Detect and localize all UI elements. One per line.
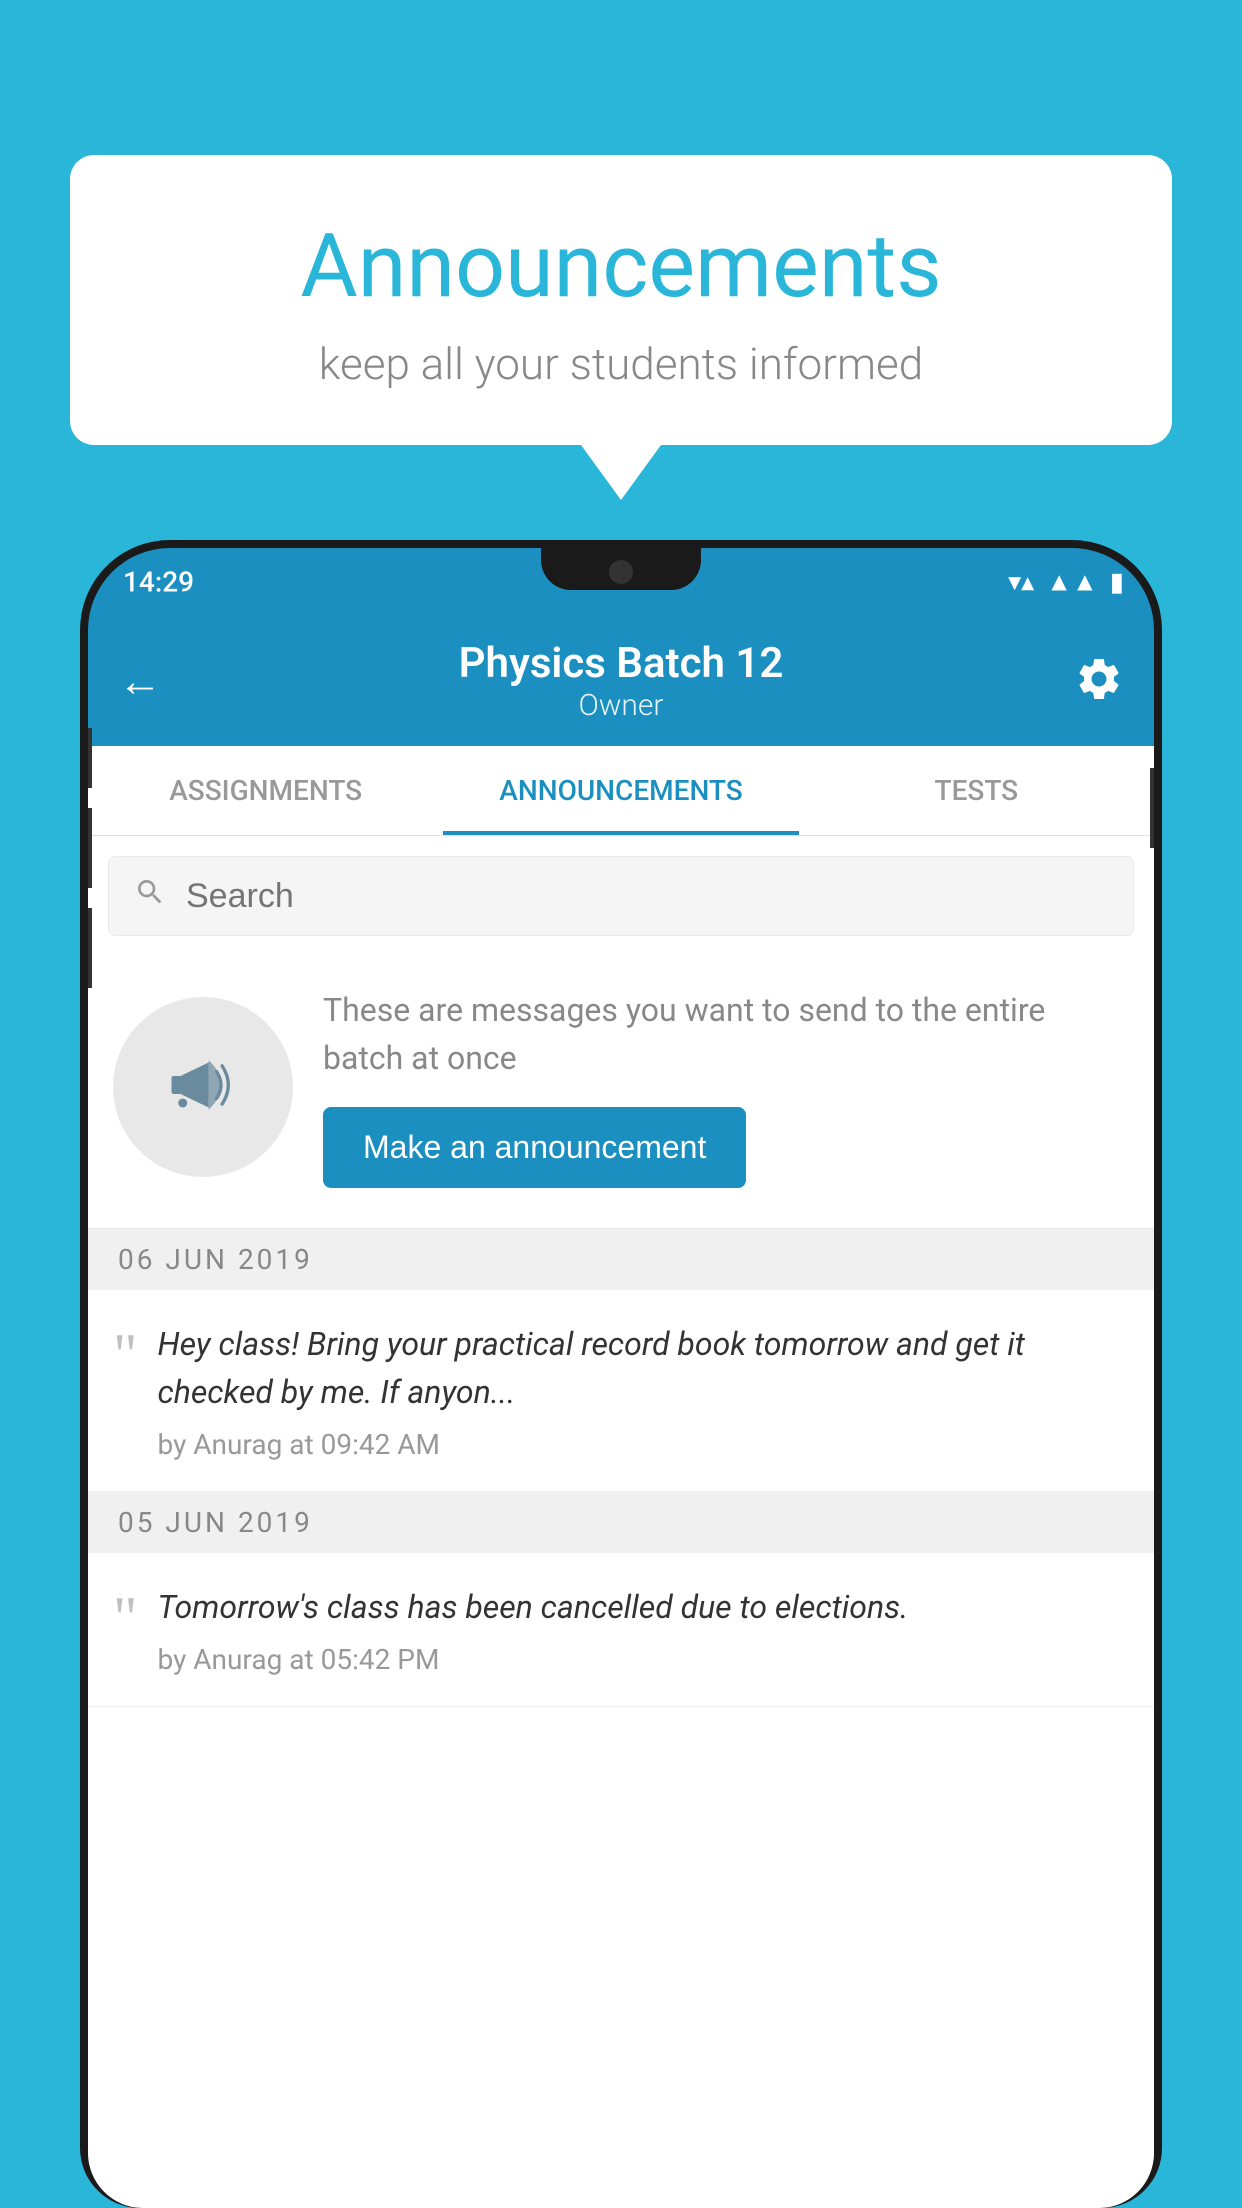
tab-tests[interactable]: TESTS bbox=[799, 746, 1154, 835]
megaphone-icon bbox=[158, 1040, 248, 1134]
date-separator-1: 06 JUN 2019 bbox=[88, 1229, 1154, 1290]
search-icon bbox=[134, 875, 166, 917]
search-bar[interactable] bbox=[108, 856, 1134, 936]
message-content-1: Hey class! Bring your practical record b… bbox=[158, 1320, 1130, 1461]
header-center: Physics Batch 12 Owner bbox=[459, 639, 784, 723]
tab-assignments[interactable]: ASSIGNMENTS bbox=[88, 746, 443, 835]
app-header: ← Physics Batch 12 Owner bbox=[88, 616, 1154, 746]
phone-frame: 14:29 ▾▴ ▲▲ ▮ ← Physics Batch 12 Owner bbox=[80, 540, 1162, 2208]
camera bbox=[609, 560, 633, 584]
phone-notch bbox=[541, 548, 701, 590]
volume-down-button bbox=[88, 808, 92, 888]
quote-icon-1: " bbox=[113, 1325, 138, 1385]
speech-bubble-subtitle: keep all your students informed bbox=[150, 338, 1092, 390]
announcement-item-1[interactable]: " Hey class! Bring your practical record… bbox=[88, 1290, 1154, 1492]
phone-inner: 14:29 ▾▴ ▲▲ ▮ ← Physics Batch 12 Owner bbox=[88, 548, 1154, 2208]
volume-up-button bbox=[88, 728, 92, 788]
gear-icon bbox=[1074, 689, 1124, 708]
speech-bubble: Announcements keep all your students inf… bbox=[70, 155, 1172, 445]
date-separator-2: 05 JUN 2019 bbox=[88, 1492, 1154, 1553]
status-time: 14:29 bbox=[123, 566, 194, 599]
header-subtitle: Owner bbox=[459, 688, 784, 723]
message-meta-2: by Anurag at 05:42 PM bbox=[158, 1643, 1130, 1676]
make-announcement-button[interactable]: Make an announcement bbox=[323, 1107, 746, 1188]
settings-button[interactable] bbox=[1074, 654, 1124, 708]
message-content-2: Tomorrow's class has been cancelled due … bbox=[158, 1583, 1130, 1676]
header-title: Physics Batch 12 bbox=[459, 639, 784, 688]
tab-announcements[interactable]: ANNOUNCEMENTS bbox=[443, 746, 798, 835]
empty-icon-circle bbox=[113, 997, 293, 1177]
power-button bbox=[1150, 768, 1154, 848]
announcement-item-2[interactable]: " Tomorrow's class has been cancelled du… bbox=[88, 1553, 1154, 1707]
empty-state: These are messages you want to send to t… bbox=[88, 956, 1154, 1229]
message-text-1: Hey class! Bring your practical record b… bbox=[158, 1320, 1130, 1416]
tabs-bar: ASSIGNMENTS ANNOUNCEMENTS TESTS bbox=[88, 746, 1154, 836]
empty-state-text: These are messages you want to send to t… bbox=[323, 986, 1129, 1082]
signal-icon: ▲▲ bbox=[1046, 567, 1097, 598]
back-button[interactable]: ← bbox=[118, 655, 162, 707]
status-icons: ▾▴ ▲▲ ▮ bbox=[1008, 567, 1124, 598]
message-text-2: Tomorrow's class has been cancelled due … bbox=[158, 1583, 1130, 1631]
silent-button bbox=[88, 908, 92, 988]
speech-bubble-container: Announcements keep all your students inf… bbox=[70, 155, 1172, 500]
content-area: These are messages you want to send to t… bbox=[88, 836, 1154, 2208]
message-meta-1: by Anurag at 09:42 AM bbox=[158, 1428, 1130, 1461]
speech-bubble-title: Announcements bbox=[150, 215, 1092, 318]
speech-bubble-tail bbox=[581, 445, 661, 500]
battery-icon: ▮ bbox=[1110, 567, 1124, 597]
quote-icon-2: " bbox=[113, 1588, 138, 1648]
search-input[interactable] bbox=[186, 877, 1108, 916]
wifi-icon: ▾▴ bbox=[1008, 567, 1034, 597]
empty-state-content: These are messages you want to send to t… bbox=[323, 986, 1129, 1188]
